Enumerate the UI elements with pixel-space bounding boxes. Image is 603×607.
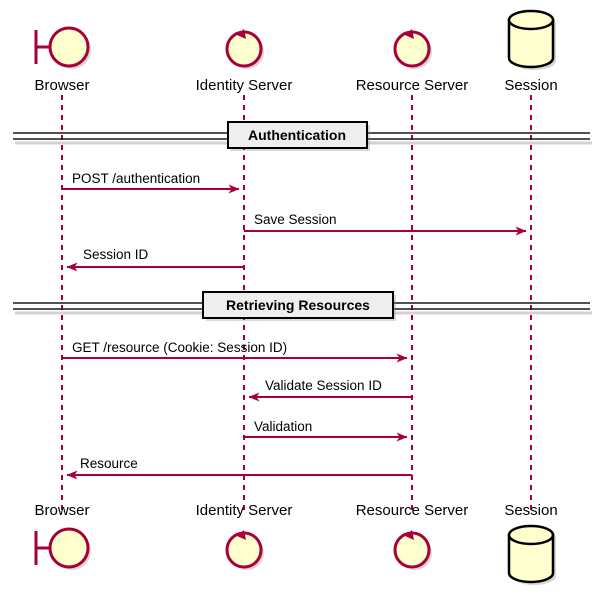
divider-retrieving-resources: Retrieving Resources bbox=[13, 291, 592, 321]
divider-label-retrieving-resources: Retrieving Resources bbox=[226, 297, 370, 313]
database-icon bbox=[507, 524, 556, 585]
control-icon bbox=[225, 530, 264, 570]
database-icon bbox=[507, 9, 556, 70]
participant-label-browser-bottom: Browser bbox=[34, 502, 89, 519]
sequence-diagram-canvas: Browser Identity Server Resource Server bbox=[0, 0, 603, 607]
participant-label-session-top: Session bbox=[504, 77, 557, 94]
participant-resource-server-bottom[interactable]: Resource Server bbox=[356, 502, 469, 570]
sequence-diagram-svg: Browser Identity Server Resource Server bbox=[13, 9, 592, 585]
participant-session-bottom[interactable]: Session bbox=[504, 502, 558, 585]
boundary-icon bbox=[34, 26, 91, 69]
message-label-validate-session-id: Validate Session ID bbox=[265, 378, 382, 393]
control-icon bbox=[393, 530, 432, 570]
participant-identity-server-top[interactable]: Identity Server bbox=[196, 29, 293, 94]
participant-browser-top[interactable]: Browser bbox=[34, 26, 91, 94]
participant-label-resource-server-top: Resource Server bbox=[356, 77, 469, 94]
message-get-resource: GET /resource (Cookie: Session ID) bbox=[62, 340, 408, 363]
participant-label-resource-server-bottom: Resource Server bbox=[356, 502, 469, 519]
message-save-session: Save Session bbox=[244, 212, 527, 236]
message-session-id: Session ID bbox=[66, 247, 244, 272]
participant-label-browser-top: Browser bbox=[34, 77, 89, 94]
message-validation: Validation bbox=[244, 419, 408, 442]
participant-label-identity-server-bottom: Identity Server bbox=[196, 502, 293, 519]
message-label-resource: Resource bbox=[80, 456, 138, 471]
message-label-session-id: Session ID bbox=[83, 247, 149, 262]
message-resource: Resource bbox=[66, 456, 412, 480]
message-post-authentication: POST /authentication bbox=[62, 171, 240, 194]
boundary-icon bbox=[34, 527, 91, 570]
message-label-post-authentication: POST /authentication bbox=[72, 171, 200, 186]
participant-label-session-bottom: Session bbox=[504, 502, 557, 519]
participant-identity-server-bottom[interactable]: Identity Server bbox=[196, 502, 293, 570]
message-label-get-resource: GET /resource (Cookie: Session ID) bbox=[72, 340, 287, 355]
participant-session-top[interactable]: Session bbox=[504, 9, 558, 94]
divider-authentication: Authentication bbox=[13, 121, 592, 151]
participant-label-identity-server-top: Identity Server bbox=[196, 77, 293, 94]
participant-resource-server-top[interactable]: Resource Server bbox=[356, 29, 469, 94]
control-icon bbox=[393, 29, 432, 69]
control-icon bbox=[225, 29, 264, 69]
participant-browser-bottom[interactable]: Browser bbox=[34, 502, 91, 570]
divider-label-authentication: Authentication bbox=[248, 127, 346, 143]
message-label-validation: Validation bbox=[254, 419, 312, 434]
message-validate-session-id: Validate Session ID bbox=[248, 378, 412, 402]
message-label-save-session: Save Session bbox=[254, 212, 337, 227]
